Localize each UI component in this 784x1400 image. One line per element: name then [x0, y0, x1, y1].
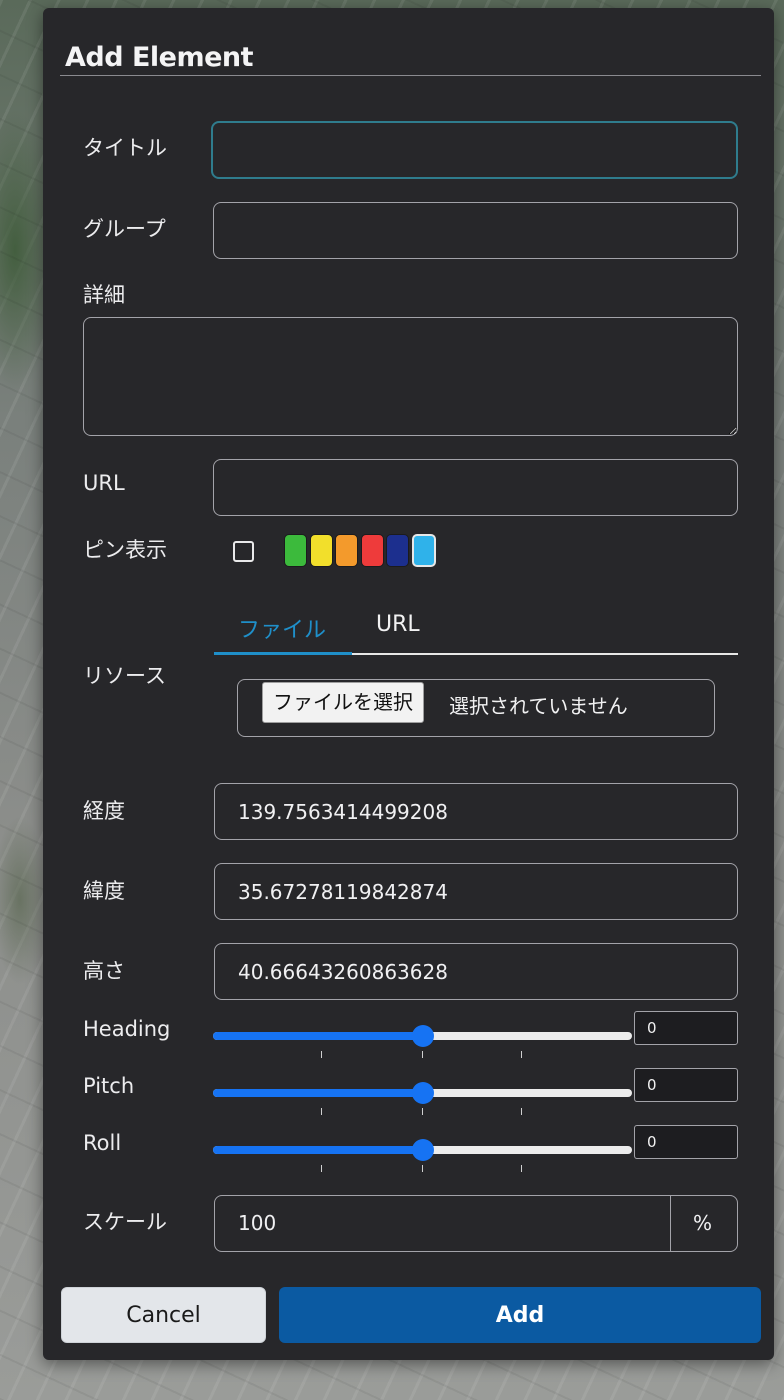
pin-color-swatch[interactable] — [411, 534, 436, 567]
scale-unit: % — [693, 1211, 713, 1235]
title-divider — [60, 75, 761, 76]
pitch-label: Pitch — [83, 1074, 135, 1098]
choose-file-button[interactable]: ファイルを選択 — [262, 682, 424, 723]
tab-url[interactable]: URL — [376, 612, 420, 652]
file-status: 選択されていません — [449, 694, 628, 718]
detail-textarea[interactable] — [83, 317, 738, 436]
group-label: グループ — [83, 217, 166, 241]
scale-input-group: 100 % — [214, 1195, 738, 1252]
url-input[interactable] — [213, 459, 738, 516]
scale-label: スケール — [83, 1210, 167, 1234]
pin-label: ピン表示 — [83, 538, 167, 562]
latitude-input[interactable] — [214, 863, 738, 920]
heading-label: Heading — [83, 1017, 171, 1041]
longitude-input[interactable] — [214, 783, 738, 840]
roll-slider[interactable] — [213, 1133, 632, 1172]
scale-input[interactable]: 100 — [238, 1211, 276, 1235]
roll-slider-thumb[interactable] — [411, 1139, 434, 1161]
resource-label: リソース — [83, 664, 166, 688]
heading-value-input[interactable]: 0 — [634, 1011, 738, 1045]
height-input[interactable] — [214, 943, 738, 1000]
roll-label: Roll — [83, 1131, 122, 1155]
pin-color-swatch[interactable] — [360, 534, 384, 567]
latitude-label: 緯度 — [83, 879, 125, 903]
height-label: 高さ — [83, 959, 125, 983]
pitch-slider-thumb[interactable] — [411, 1082, 434, 1104]
tab-file[interactable]: ファイル — [238, 612, 326, 652]
tab-active-indicator — [214, 652, 352, 655]
cancel-button[interactable]: Cancel — [61, 1287, 266, 1343]
roll-value-input[interactable]: 0 — [634, 1125, 738, 1159]
heading-slider[interactable] — [213, 1019, 632, 1058]
pitch-slider[interactable] — [213, 1076, 632, 1115]
longitude-label: 経度 — [83, 799, 125, 823]
file-input: ファイルを選択 選択されていません — [237, 679, 715, 737]
add-element-dialog: Add Element タイトル グループ 詳細 URL ピン表示 リソース フ… — [43, 8, 774, 1360]
pin-color-swatch[interactable] — [386, 534, 409, 567]
title-input[interactable] — [211, 121, 738, 179]
pin-color-swatch[interactable] — [284, 534, 307, 567]
pitch-value-input[interactable]: 0 — [634, 1068, 738, 1102]
dialog-title: Add Element — [65, 42, 254, 73]
detail-label: 詳細 — [83, 283, 125, 307]
pin-color-swatch[interactable] — [309, 534, 333, 567]
url-label: URL — [83, 471, 125, 495]
pin-color-swatch[interactable] — [335, 534, 358, 567]
group-input[interactable] — [213, 202, 738, 259]
add-button[interactable]: Add — [279, 1287, 761, 1343]
heading-slider-thumb[interactable] — [411, 1025, 434, 1047]
title-label: タイトル — [83, 136, 167, 160]
pin-checkbox[interactable] — [233, 541, 254, 562]
